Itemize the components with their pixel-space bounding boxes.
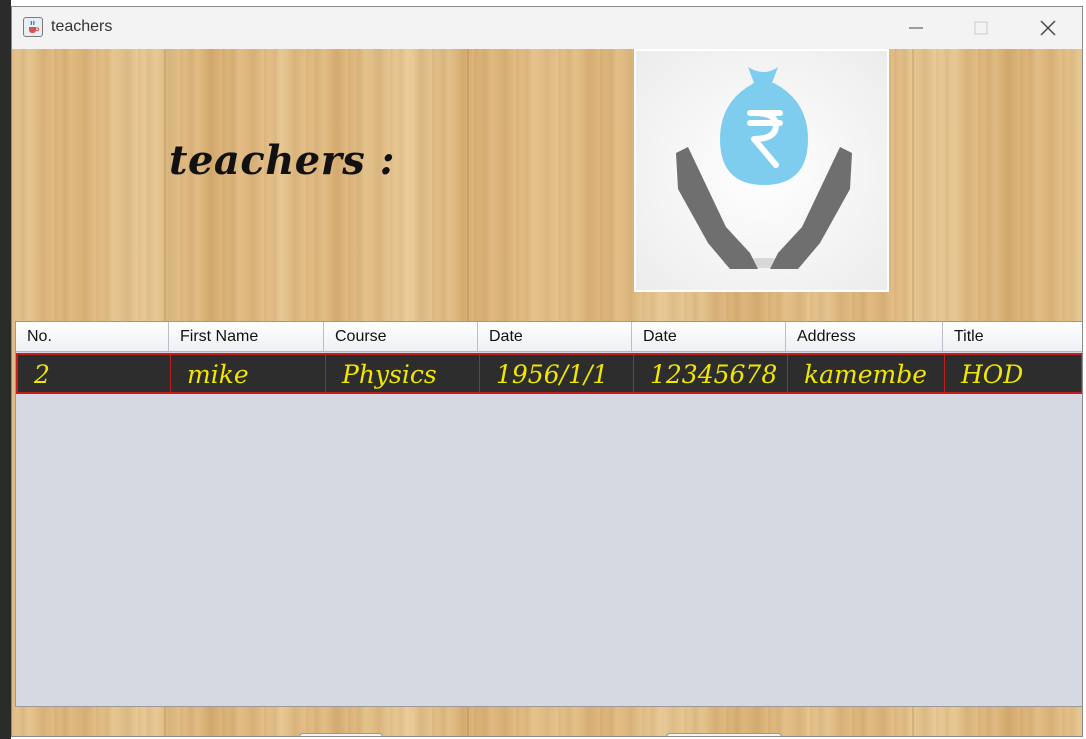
window-title: teachers (51, 18, 113, 35)
cell-no[interactable]: 2 (18, 355, 171, 392)
cell-first-name[interactable]: mike (171, 355, 326, 392)
close-button[interactable] (1037, 17, 1059, 39)
bottom-button-right[interactable] (666, 733, 782, 736)
column-header-date-2[interactable]: Date (632, 322, 786, 351)
cell-date-2[interactable]: 12345678 (634, 355, 788, 392)
column-header-first-name[interactable]: First Name (169, 322, 324, 351)
column-header-course[interactable]: Course (324, 322, 478, 351)
teachers-table[interactable]: No. First Name Course Date Date Address … (15, 321, 1082, 707)
cell-course[interactable]: Physics (326, 355, 480, 392)
maximize-icon (974, 21, 988, 35)
column-header-no[interactable]: No. (16, 322, 169, 351)
column-header-title[interactable]: Title (943, 322, 1082, 351)
title-bar[interactable]: teachers (12, 7, 1082, 49)
bottom-button-left[interactable] (299, 733, 383, 736)
close-icon (1040, 20, 1056, 36)
minimize-icon (909, 27, 923, 29)
money-bag-rupee-hands-icon (636, 51, 887, 290)
table-row[interactable]: 2 mike Physics 1956/1/1 12345678 kamembe… (16, 353, 1082, 394)
maximize-button[interactable] (970, 17, 992, 39)
cell-date[interactable]: 1956/1/1 (480, 355, 634, 392)
app-window: teachers teachers : No. First Name Cours… (11, 6, 1083, 737)
column-header-date[interactable]: Date (478, 322, 632, 351)
column-header-address[interactable]: Address (786, 322, 943, 351)
table-header: No. First Name Course Date Date Address … (16, 322, 1082, 352)
java-cup-icon (23, 17, 43, 37)
cell-title[interactable]: HOD (945, 355, 1082, 392)
content-panel: teachers : No. First Name Course Date Da… (12, 49, 1082, 736)
cell-address[interactable]: kamembe (788, 355, 945, 392)
desktop-background (0, 0, 11, 739)
minimize-button[interactable] (905, 17, 927, 39)
page-title: teachers : (169, 137, 396, 184)
logo-image (634, 49, 889, 292)
